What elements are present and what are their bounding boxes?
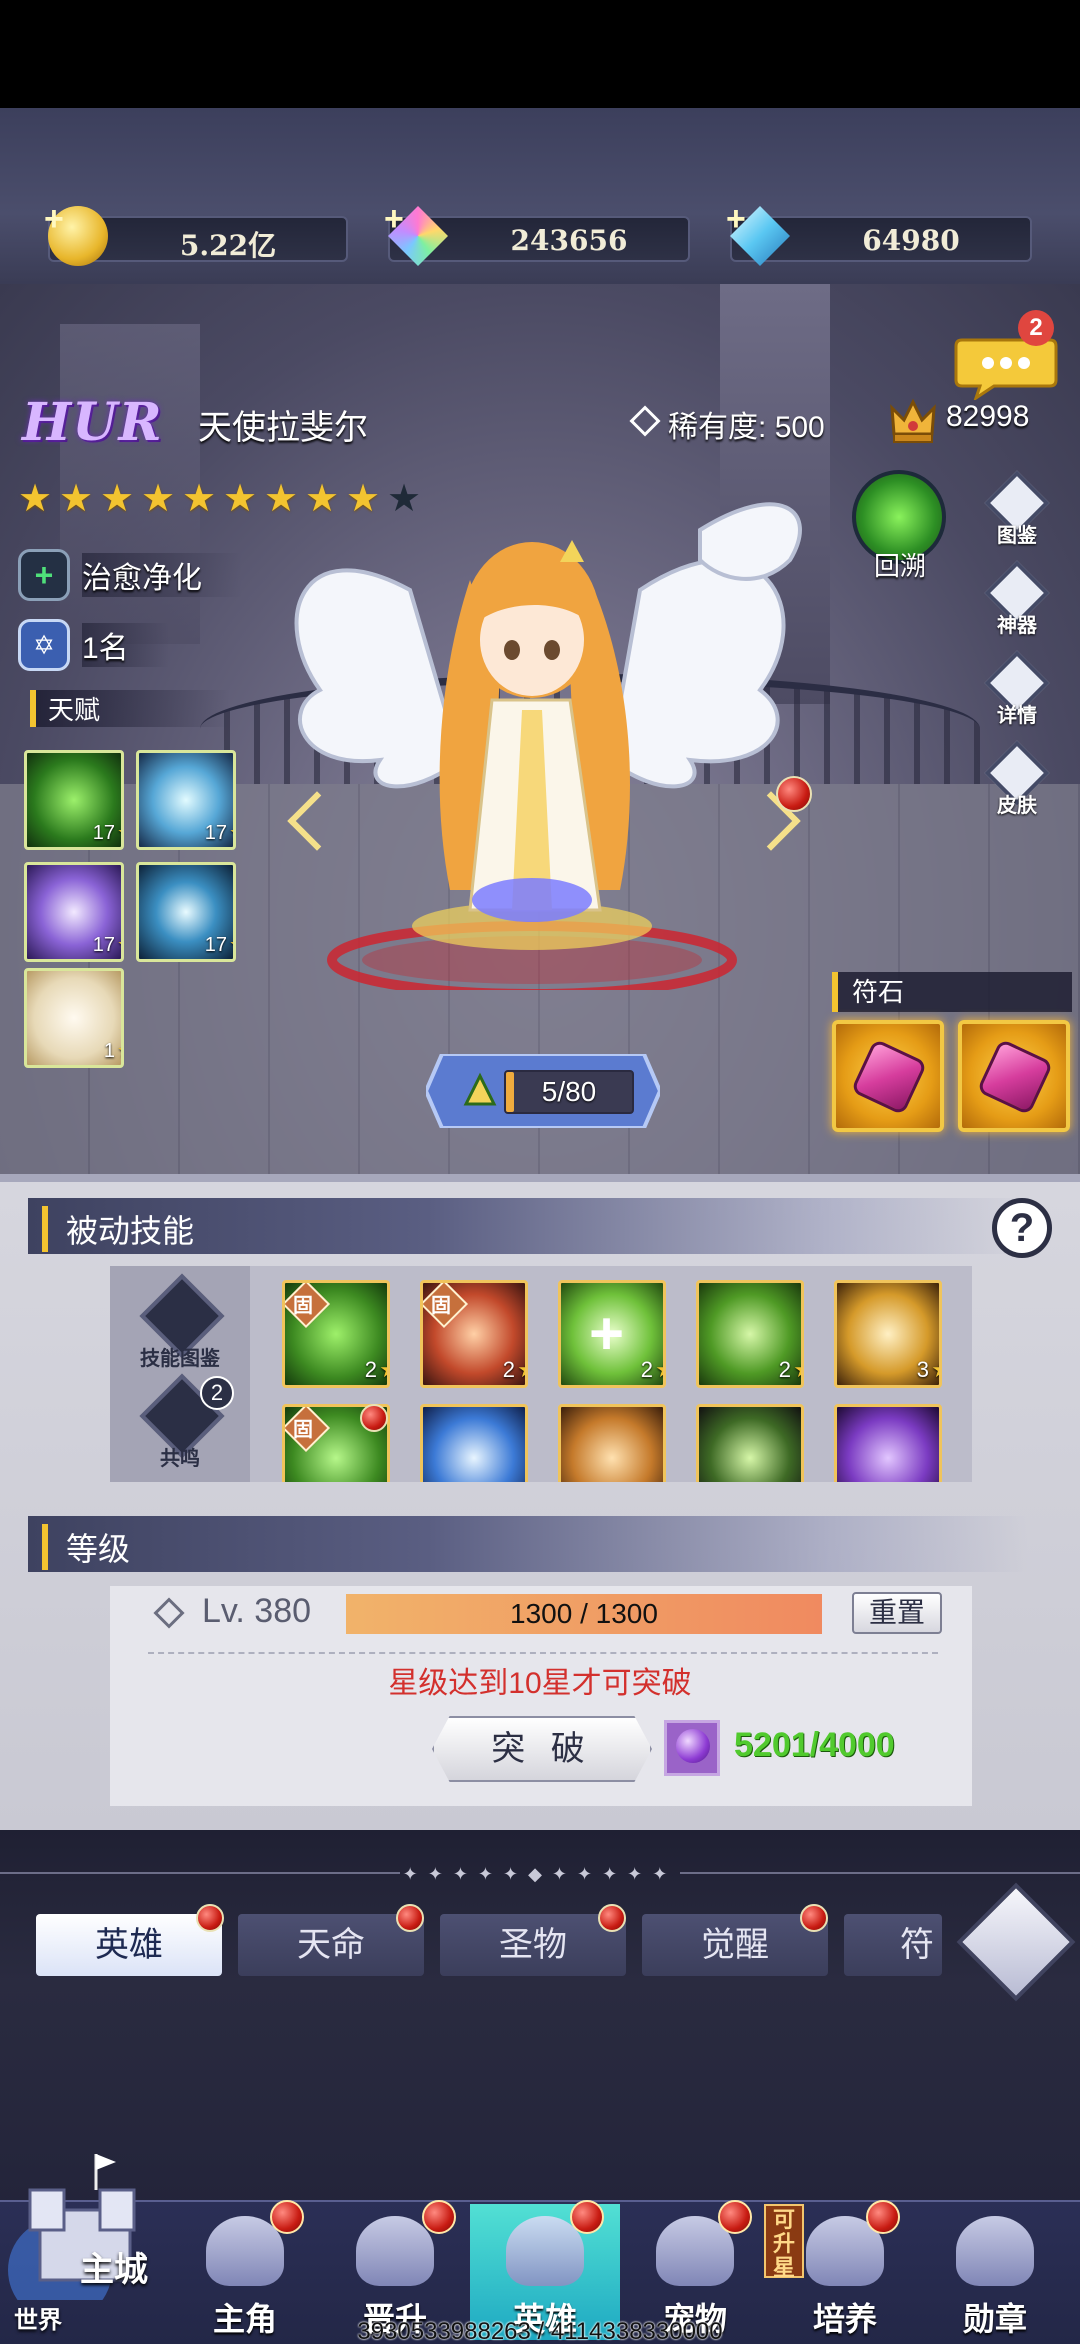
level-exp-bar: 1300 / 1300 (346, 1594, 822, 1634)
purple-orb-icon (664, 1720, 720, 1776)
tab-hero[interactable]: 英雄 (36, 1914, 222, 1976)
breakthrough-warning: 星级达到10星才可突破 (388, 1667, 692, 1700)
hero-name: 天使拉斐尔 (198, 409, 368, 447)
divider (148, 1652, 938, 1654)
notification-dot (196, 1904, 224, 1932)
shadow-icon[interactable] (696, 1404, 804, 1482)
notification-dot (570, 2200, 604, 2234)
main-city-button[interactable]: 主城 世界 (0, 2150, 170, 2344)
purple-swirl-icon[interactable]: 17★ (24, 862, 124, 962)
hero-grade-badge: HUR (22, 392, 163, 453)
chat-badge: 2 (1018, 310, 1054, 346)
add-gold-icon[interactable]: + (44, 200, 64, 239)
heal-class-icon: + (18, 549, 70, 601)
green-tree-icon[interactable]: 17★ (24, 750, 124, 850)
breakthrough-cost: 5201/4000 (734, 1726, 895, 1764)
rarity-label: 稀有度: 500 (668, 411, 825, 444)
retro-label: 回溯 (873, 551, 926, 581)
energy-orb-icon[interactable]: 17★ (136, 862, 236, 962)
hero-character-art (294, 502, 802, 990)
skin-button[interactable]: 皮肤 (982, 740, 1052, 817)
star-icon: ★ (100, 478, 135, 520)
star-icon: ★ (223, 478, 258, 520)
notification-dot (422, 2200, 456, 2234)
breakthrough-button[interactable]: 突 破 (432, 1716, 652, 1782)
notification-dot (800, 1904, 828, 1932)
heal-cross-icon[interactable]: + 2★ (558, 1280, 666, 1388)
rune-gem-icon (850, 1038, 928, 1116)
passive-skill-panel: 技能图鉴 共鸣 2 固 2★ 固 2★ + 2★ 2★ 3★ 固 (110, 1266, 972, 1482)
star-icon: ★ (18, 478, 53, 520)
add-diamond-icon[interactable]: + (726, 200, 746, 239)
status-bar-area (0, 0, 1080, 108)
dark-knight-icon[interactable] (834, 1404, 942, 1482)
promote-icon (356, 2216, 434, 2286)
artifact-button[interactable]: 神器 (982, 560, 1052, 637)
hero-rank-tag[interactable]: ✡ 1名 (18, 616, 169, 674)
atlas-button[interactable]: 图鉴 (982, 470, 1052, 547)
star-icon: ★ (141, 478, 176, 520)
talent-label: 天赋 (30, 690, 230, 727)
hero-exp-bar: 5/80 (504, 1070, 634, 1114)
notification-dot (270, 2200, 304, 2234)
drum-icon[interactable]: 3★ (834, 1280, 942, 1388)
hero-power: 82998 (946, 400, 1030, 433)
star-icon: ★ (182, 478, 217, 520)
bamboo-icon[interactable]: 固 2★ (282, 1280, 390, 1388)
warrior-icon[interactable]: 固 2★ (420, 1280, 528, 1388)
reset-button[interactable]: 重置 (852, 1592, 942, 1634)
diamond-counter[interactable]: + 64980 (726, 200, 1032, 266)
star-icon: ★ (59, 478, 94, 520)
skill-book-button[interactable]: 技能图鉴 (139, 1273, 225, 1370)
resource-bar: + 5.22亿 + 243656 + 64980 (0, 108, 1080, 284)
debug-counter: 3930533988263 / 4114338330000 (357, 2318, 723, 2344)
help-button[interactable]: ? (992, 1198, 1052, 1258)
notification-dot (598, 1904, 626, 1932)
hero-class-tag[interactable]: + 治愈净化 (18, 546, 242, 604)
rune-slot-1[interactable] (832, 1020, 944, 1132)
level-header: 等级 (28, 1516, 1028, 1572)
details-button[interactable]: 详情 (982, 650, 1052, 727)
angel-gown-icon[interactable]: 1★ (24, 968, 124, 1068)
phoenix-icon[interactable] (420, 1404, 528, 1482)
add-crystal-icon[interactable]: + (384, 200, 404, 239)
shield-icon[interactable] (558, 1404, 666, 1482)
notification-dot (360, 1404, 388, 1432)
notification-dot (718, 2200, 752, 2234)
tab-rune[interactable]: 符文 (844, 1914, 942, 1976)
ornament-divider: ✦✦✦✦✦◆✦✦✦✦✦ (402, 1864, 678, 1884)
passive-skill-header: 被动技能 (28, 1198, 1028, 1254)
notification-dot (396, 1904, 424, 1932)
rune-gem-icon (976, 1038, 1054, 1116)
rune-slot-2[interactable] (958, 1020, 1070, 1132)
dancer-icon[interactable]: 2★ (696, 1280, 804, 1388)
hero-level: Lv. 380 (202, 1592, 312, 1630)
crystal-counter[interactable]: + 243656 (384, 200, 690, 266)
medal-icon (956, 2216, 1034, 2286)
rank-star-icon: ✡ (18, 619, 70, 671)
notification-dot (866, 2200, 900, 2234)
can-upgrade-badge: 可升星 (764, 2204, 804, 2280)
rarity-value: 500 (774, 411, 825, 444)
light-burst-icon[interactable]: 17★ (136, 750, 236, 850)
notification-dot (776, 776, 812, 812)
gold-counter[interactable]: + 5.22亿 (44, 200, 348, 266)
rune-label: 符石 (832, 972, 1072, 1012)
resonance-badge: 2 (200, 1376, 234, 1410)
crown-power-icon (890, 398, 936, 443)
